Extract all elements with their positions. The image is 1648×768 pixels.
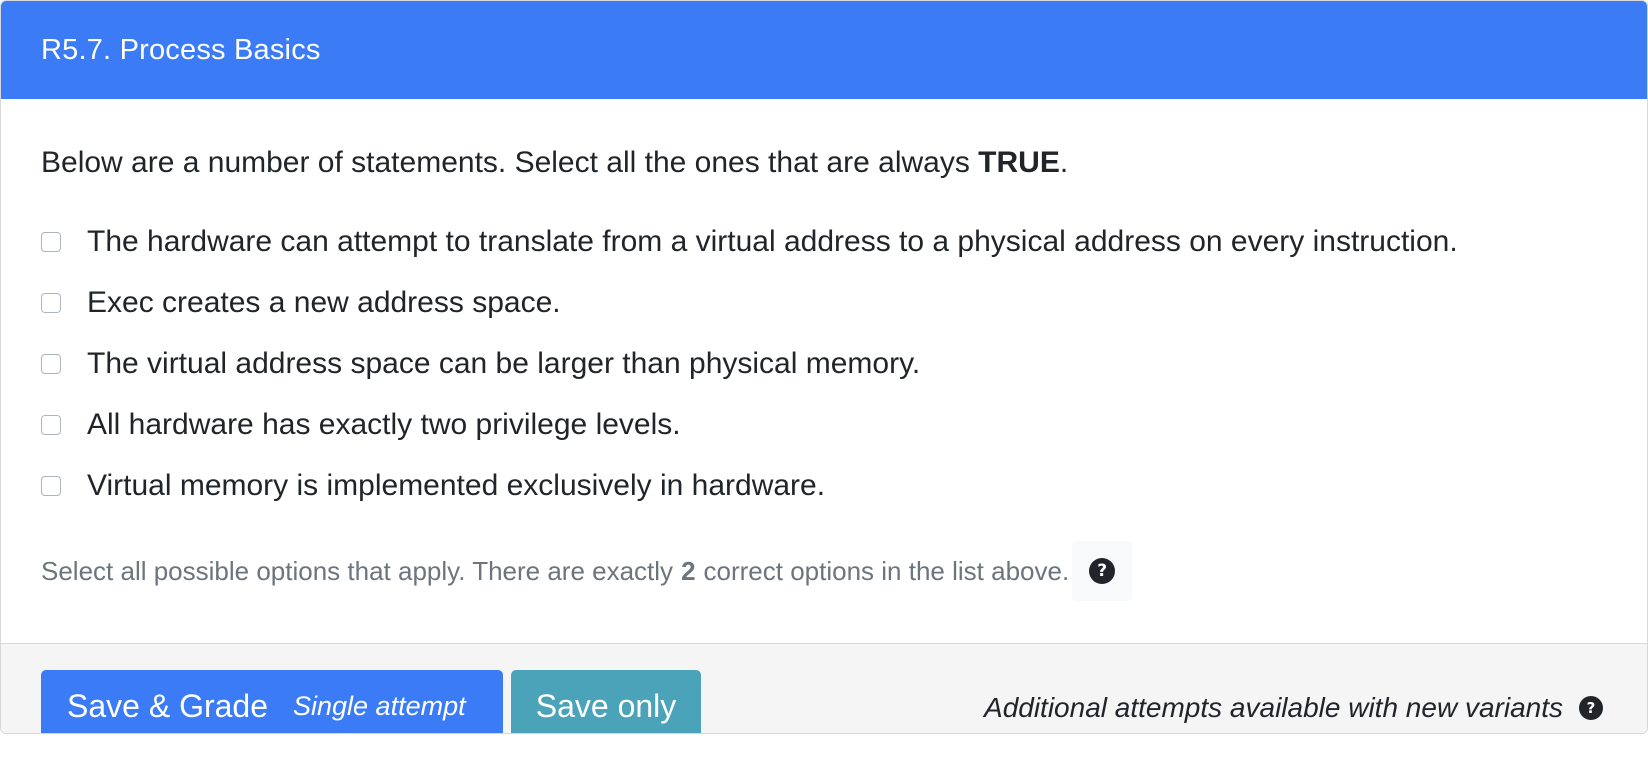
option-checkbox[interactable] <box>41 354 61 374</box>
option-4[interactable]: All hardware has exactly two privilege l… <box>41 405 681 445</box>
question-prompt: Below are a number of statements. Select… <box>41 146 1068 180</box>
option-checkbox[interactable] <box>41 415 61 435</box>
question-circle-icon[interactable]: ? <box>1579 696 1603 720</box>
option-3[interactable]: The virtual address space can be larger … <box>41 344 920 384</box>
save-only-button[interactable]: Save only <box>511 670 701 733</box>
single-attempt-label: Single attempt <box>293 690 466 721</box>
answer-hint: Select all possible options that apply. … <box>41 541 1133 601</box>
prompt-emphasis: TRUE <box>978 146 1060 179</box>
option-5[interactable]: Virtual memory is implemented exclusivel… <box>41 466 825 506</box>
card-header: R5.7. Process Basics <box>1 1 1647 99</box>
save-and-grade-label: Save & Grade <box>67 687 268 724</box>
option-label[interactable]: The hardware can attempt to translate fr… <box>87 225 1458 259</box>
question-body: Below are a number of statements. Select… <box>1 99 1647 643</box>
card-footer: Save & Grade Single attempt Save only Ad… <box>1 643 1647 733</box>
hint-text-end: correct options in the list above. <box>703 555 1070 586</box>
attempts-text: Additional attempts available with new v… <box>984 692 1563 723</box>
hint-help-button[interactable]: ? <box>1072 541 1133 601</box>
prompt-text: Below are a number of statements. Select… <box>41 146 979 179</box>
option-checkbox[interactable] <box>41 232 61 252</box>
hint-text: Select all possible options that apply. … <box>41 555 674 586</box>
option-label[interactable]: Exec creates a new address space. <box>87 286 561 320</box>
option-checkbox[interactable] <box>41 293 61 313</box>
question-title: R5.7. Process Basics <box>41 33 321 66</box>
question-card: R5.7. Process Basics Below are a number … <box>0 0 1648 734</box>
question-circle-icon: ? <box>1089 558 1116 584</box>
attempts-info: Additional attempts available with new v… <box>984 692 1603 724</box>
hint-count: 2 <box>681 555 696 586</box>
option-label[interactable]: All hardware has exactly two privilege l… <box>87 408 681 442</box>
prompt-period: . <box>1059 146 1069 179</box>
option-label[interactable]: The virtual address space can be larger … <box>87 347 920 381</box>
option-1[interactable]: The hardware can attempt to translate fr… <box>41 222 1458 262</box>
save-and-grade-button[interactable]: Save & Grade Single attempt <box>41 670 503 733</box>
option-checkbox[interactable] <box>41 476 61 496</box>
option-label[interactable]: Virtual memory is implemented exclusivel… <box>87 469 825 503</box>
option-2[interactable]: Exec creates a new address space. <box>41 283 561 323</box>
